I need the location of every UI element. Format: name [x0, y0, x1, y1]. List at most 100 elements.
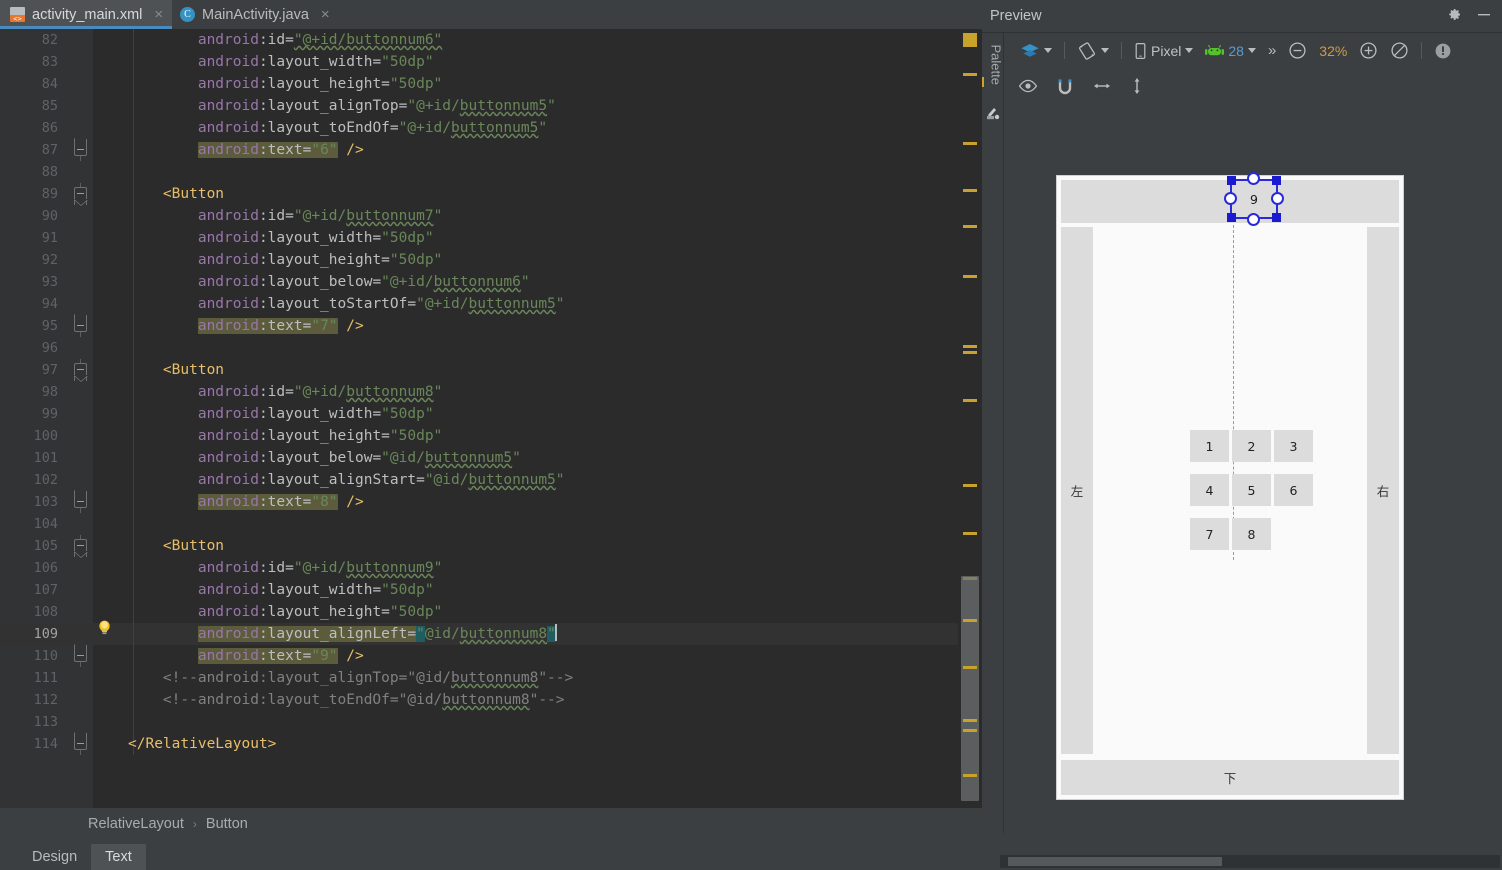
editor-tab-activity-main-xml[interactable]: activity_main.xml ×: [0, 0, 173, 29]
fold-marker-end[interactable]: [74, 727, 88, 755]
stripe-marker[interactable]: [963, 719, 977, 722]
device-selector[interactable]: Pixel: [1128, 38, 1199, 64]
issues-button[interactable]: [1428, 38, 1458, 64]
palette-tool-rail[interactable]: Palette: [982, 33, 1004, 833]
preview-button[interactable]: 3: [1274, 430, 1313, 462]
code-line[interactable]: 86 android:layout_toEndOf="@+id/buttonnu…: [0, 117, 982, 139]
fold-marker-end[interactable]: [74, 485, 88, 513]
minimize-icon[interactable]: [1476, 6, 1492, 26]
error-stripe-gutter[interactable]: [958, 29, 982, 808]
left-edge-label[interactable]: 左: [1061, 227, 1093, 754]
preview-button[interactable]: 5: [1232, 474, 1271, 506]
constraint-handle-right[interactable]: [1271, 192, 1284, 205]
code-line[interactable]: 94 android:layout_toStartOf="@+id/button…: [0, 293, 982, 315]
fold-marker-start[interactable]: [74, 359, 88, 381]
editor-vertical-scrollbar[interactable]: [961, 576, 979, 801]
fold-marker-end[interactable]: [74, 309, 88, 337]
code-line[interactable]: 93 android:layout_below="@+id/buttonnum6…: [0, 271, 982, 293]
code-line[interactable]: 112 <!--android:layout_toEndOf="@id/butt…: [0, 689, 982, 711]
code-line[interactable]: 108 android:layout_height="50dp": [0, 601, 982, 623]
fold-marker-start[interactable]: [74, 183, 88, 205]
code-line[interactable]: 92 android:layout_height="50dp": [0, 249, 982, 271]
orientation-selector[interactable]: [1071, 38, 1115, 64]
code-line[interactable]: 90 android:id="@+id/buttonnum7": [0, 205, 982, 227]
breadcrumb-item-button[interactable]: Button: [206, 816, 248, 832]
resize-handle-bottom-left[interactable]: [1227, 213, 1236, 222]
code-line[interactable]: 107 android:layout_width="50dp": [0, 579, 982, 601]
code-line[interactable]: 101 android:layout_below="@id/buttonnum5…: [0, 447, 982, 469]
stripe-marker[interactable]: [963, 666, 977, 669]
code-line[interactable]: 95 android:text="7" />: [0, 315, 982, 337]
stripe-marker[interactable]: [963, 484, 977, 487]
zoom-out-button[interactable]: [1282, 38, 1313, 64]
code-line[interactable]: 91 android:layout_width="50dp": [0, 227, 982, 249]
resize-handle-top-left[interactable]: [1227, 176, 1236, 185]
fold-marker-start[interactable]: [74, 535, 88, 557]
code-line[interactable]: 111 <!--android:layout_alignTop="@id/but…: [0, 667, 982, 689]
code-line[interactable]: 105 <Button: [0, 535, 982, 557]
toolbar-overflow-button[interactable]: »: [1262, 38, 1282, 64]
tab-text[interactable]: Text: [91, 844, 146, 870]
zoom-in-button[interactable]: [1353, 38, 1384, 64]
stripe-marker[interactable]: [963, 345, 977, 348]
stripe-marker[interactable]: [963, 189, 977, 192]
close-icon[interactable]: ×: [154, 6, 163, 23]
preview-button[interactable]: 4: [1190, 474, 1229, 506]
code-line[interactable]: 102 android:layout_alignStart="@id/butto…: [0, 469, 982, 491]
stripe-marker[interactable]: [963, 351, 977, 354]
stripe-marker[interactable]: [963, 532, 977, 535]
code-line[interactable]: 84 android:layout_height="50dp": [0, 73, 982, 95]
code-line-current[interactable]: 109 android:layout_alignLeft="@id/button…: [0, 623, 982, 645]
preview-horizontal-scrollbar[interactable]: [1000, 855, 1500, 868]
code-line[interactable]: 99 android:layout_width="50dp": [0, 403, 982, 425]
preview-button[interactable]: 7: [1190, 518, 1229, 550]
stripe-marker[interactable]: [963, 73, 977, 76]
preview-button[interactable]: 2: [1232, 430, 1271, 462]
constraint-handle-top[interactable]: [1247, 172, 1260, 185]
scrollbar-thumb[interactable]: [1008, 857, 1222, 866]
constraint-handle-left[interactable]: [1224, 192, 1237, 205]
code-line[interactable]: 106 android:id="@+id/buttonnum9": [0, 557, 982, 579]
zoom-fit-button[interactable]: [1384, 38, 1415, 64]
stripe-marker[interactable]: [963, 275, 977, 278]
show-constraints-button[interactable]: [1018, 78, 1038, 97]
code-line[interactable]: 85 android:layout_alignTop="@+id/buttonn…: [0, 95, 982, 117]
code-line[interactable]: 100 android:layout_height="50dp": [0, 425, 982, 447]
stripe-marker[interactable]: [963, 225, 977, 228]
stripe-marker[interactable]: [963, 399, 977, 402]
code-line[interactable]: 82 android:id="@+id/buttonnum6": [0, 29, 982, 51]
preview-button[interactable]: 6: [1274, 474, 1313, 506]
fold-marker-end[interactable]: [74, 639, 88, 667]
resize-handle-top-right[interactable]: [1272, 176, 1281, 185]
code-line[interactable]: 87 android:text="6" />: [0, 139, 982, 161]
bottom-edge-label[interactable]: 下: [1061, 760, 1399, 795]
code-line[interactable]: 98 android:id="@+id/buttonnum8": [0, 381, 982, 403]
tab-design[interactable]: Design: [18, 844, 91, 870]
code-line[interactable]: 103 android:text="8" />: [0, 491, 982, 513]
stripe-marker[interactable]: [963, 729, 977, 732]
code-line[interactable]: 88: [0, 161, 982, 183]
api-level-selector[interactable]: 28: [1199, 38, 1262, 64]
horizontal-margin-button[interactable]: [1092, 78, 1112, 97]
close-icon[interactable]: ×: [321, 6, 330, 23]
gear-icon[interactable]: [1445, 6, 1462, 27]
constraint-handle-bottom[interactable]: [1247, 213, 1260, 226]
code-line[interactable]: 113: [0, 711, 982, 733]
stripe-marker[interactable]: [963, 619, 977, 622]
code-line[interactable]: 83 android:layout_width="50dp": [0, 51, 982, 73]
editor-tab-mainactivity-java[interactable]: C MainActivity.java ×: [170, 0, 339, 29]
resize-handle-bottom-right[interactable]: [1272, 213, 1281, 222]
stripe-marker[interactable]: [963, 142, 977, 145]
selection-handles[interactable]: [1224, 172, 1284, 226]
autoconnect-magnet-button[interactable]: [1056, 77, 1074, 99]
code-line[interactable]: 114 </RelativeLayout>: [0, 733, 982, 755]
right-edge-label[interactable]: 右: [1367, 227, 1399, 754]
stripe-marker[interactable]: [963, 774, 977, 777]
code-line[interactable]: 104: [0, 513, 982, 535]
intention-bulb-icon[interactable]: [96, 619, 113, 636]
preview-button[interactable]: 1: [1190, 430, 1229, 462]
code-editor[interactable]: 82 android:id="@+id/buttonnum6" 83 androi…: [0, 29, 982, 808]
design-surface-selector[interactable]: [1014, 38, 1058, 64]
fold-marker-end[interactable]: [74, 133, 88, 161]
palette-label[interactable]: Palette: [989, 45, 1004, 105]
